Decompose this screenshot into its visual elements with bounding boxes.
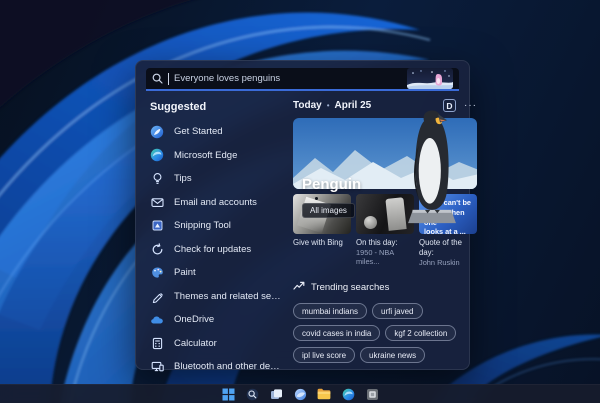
- suggested-item-label: OneDrive: [174, 314, 215, 326]
- widgets-icon[interactable]: [293, 387, 308, 402]
- tips-icon: [150, 172, 164, 186]
- trending-icon: [293, 278, 305, 296]
- card-caption: On this day:: [356, 238, 398, 248]
- start-button[interactable]: [221, 387, 236, 402]
- suggested-item-tips[interactable]: Tips: [148, 167, 281, 191]
- trending-chip[interactable]: kgf 2 collection: [385, 325, 457, 341]
- paint-icon: [150, 266, 164, 280]
- suggested-item-get-started[interactable]: Get Started: [148, 120, 281, 144]
- taskbar: [0, 384, 600, 403]
- suggested-item-label: Themes and related settings: [174, 290, 281, 302]
- app-icon[interactable]: [365, 387, 380, 402]
- penguin-image: [408, 110, 456, 224]
- suggested-item-microsoft-edge[interactable]: Microsoft Edge: [148, 144, 281, 168]
- snipping-tool-icon: [150, 219, 164, 233]
- suggested-item-label: Bluetooth and other devices sett...: [174, 361, 281, 373]
- all-images-button[interactable]: All images: [302, 203, 355, 218]
- suggested-item-calculator[interactable]: Calculator: [148, 332, 281, 356]
- card-subcaption: John Ruskin: [419, 257, 460, 267]
- basketball-icon: [364, 216, 377, 230]
- get-started-icon: [150, 125, 164, 139]
- suggested-item-label: Email and accounts: [174, 196, 257, 208]
- suggested-item-email-accounts[interactable]: Email and accounts: [148, 191, 281, 215]
- hero-penguin-card[interactable]: Penguin All images: [293, 110, 477, 224]
- card-subcaption: 1950 - NBA miles...: [356, 248, 394, 267]
- today-section: Today • April 25 D ··· Penguin All image…: [293, 97, 477, 363]
- suggested-item-themes[interactable]: Themes and related settings: [148, 285, 281, 309]
- suggested-item-snipping-tool[interactable]: Snipping Tool: [148, 214, 281, 238]
- today-label: Today: [293, 100, 322, 111]
- desktop: Everyone loves penguins Suggested Get St…: [0, 0, 600, 403]
- trending-chip[interactable]: mumbai indians: [293, 303, 368, 319]
- search-input[interactable]: Everyone loves penguins: [146, 68, 459, 91]
- suggested-item-label: Tips: [174, 173, 192, 185]
- onedrive-icon: [150, 313, 164, 327]
- hero-title: Penguin: [302, 176, 362, 193]
- carousel-dot: [315, 197, 318, 200]
- trending-heading: Trending searches: [311, 281, 390, 293]
- more-options-button[interactable]: ···: [464, 100, 477, 110]
- suggested-item-label: Microsoft Edge: [174, 149, 238, 161]
- trending-chips: mumbai indians urfi javed covid cases in…: [293, 303, 477, 363]
- devices-icon: [150, 360, 164, 374]
- calculator-icon: [150, 336, 164, 350]
- quote-text: looks at a ...: [424, 227, 466, 235]
- suggested-section: Suggested Get Started Microsoft Edge Tip…: [148, 97, 281, 372]
- themes-icon: [150, 289, 164, 303]
- suggested-item-label: Get Started: [174, 126, 223, 138]
- edge-icon: [150, 148, 164, 162]
- search-flyout-panel: Everyone loves penguins Suggested Get St…: [135, 60, 477, 372]
- file-explorer-icon[interactable]: [317, 387, 332, 402]
- taskbar-edge-icon[interactable]: [341, 387, 356, 402]
- penguin-easter-egg-illustration: [407, 68, 453, 89]
- text-caret: [168, 72, 169, 85]
- suggested-heading: Suggested: [150, 101, 207, 113]
- card-caption: Give with Bing: [293, 238, 343, 248]
- suggested-item-paint[interactable]: Paint: [148, 261, 281, 285]
- task-view-icon[interactable]: [269, 387, 284, 402]
- trending-chip[interactable]: ukraine news: [360, 347, 426, 363]
- suggested-item-label: Paint: [174, 267, 196, 279]
- suggested-item-onedrive[interactable]: OneDrive: [148, 308, 281, 332]
- trending-chip[interactable]: ipl live score: [293, 347, 356, 363]
- today-date: April 25: [334, 100, 372, 111]
- suggested-item-bluetooth-devices[interactable]: Bluetooth and other devices sett...: [148, 355, 281, 379]
- trending-chip[interactable]: urfi javed: [372, 303, 423, 319]
- search-query-text: Everyone loves penguins: [174, 73, 281, 84]
- suggested-item-label: Snipping Tool: [174, 220, 231, 232]
- card-caption: Quote of the day:: [419, 238, 462, 258]
- search-icon: [152, 73, 163, 84]
- suggested-item-label: Calculator: [174, 337, 217, 349]
- suggested-item-label: Check for updates: [174, 243, 252, 255]
- updates-icon: [150, 242, 164, 256]
- today-separator: •: [326, 101, 330, 110]
- email-icon: [150, 195, 164, 209]
- trending-chip[interactable]: covid cases in india: [293, 325, 381, 341]
- taskbar-search-icon[interactable]: [245, 387, 260, 402]
- suggested-item-check-updates[interactable]: Check for updates: [148, 238, 281, 262]
